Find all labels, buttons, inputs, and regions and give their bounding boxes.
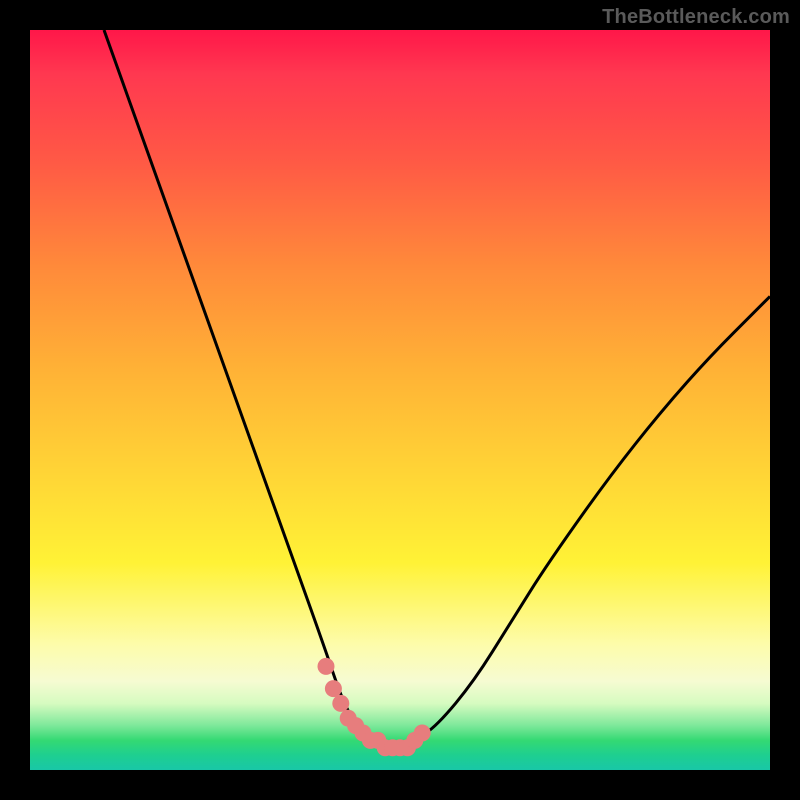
highlight-dot xyxy=(414,725,431,742)
chart-frame: TheBottleneck.com xyxy=(0,0,800,800)
bottleneck-curve xyxy=(104,30,770,748)
plot-area xyxy=(30,30,770,770)
chart-svg xyxy=(30,30,770,770)
highlight-dot xyxy=(325,680,342,697)
highlight-dot xyxy=(332,695,349,712)
curve-layer xyxy=(104,30,770,748)
highlight-dot xyxy=(318,658,335,675)
watermark-text: TheBottleneck.com xyxy=(602,6,790,29)
